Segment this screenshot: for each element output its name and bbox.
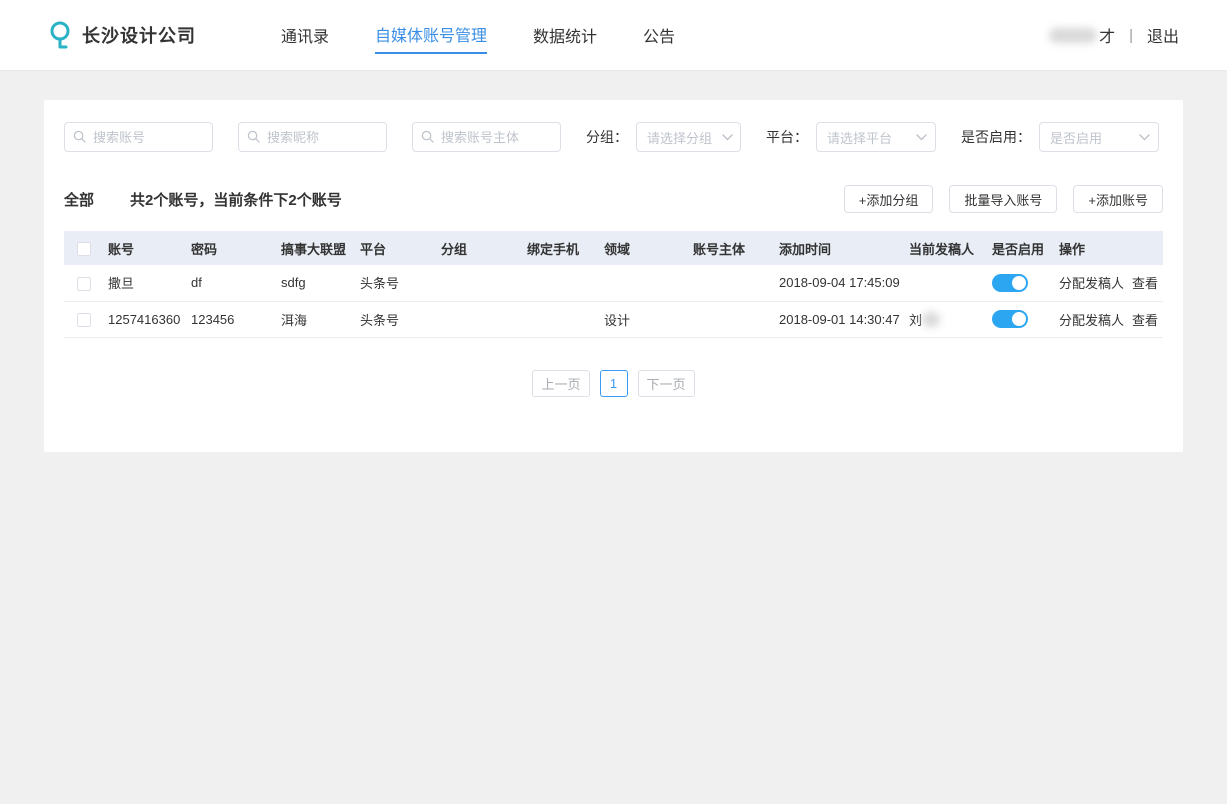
nav-item-media-account-management[interactable]: 自媒体账号管理 bbox=[375, 16, 487, 54]
filter-row: 分组： 请选择分组 平台： 请选择平台 是否启用： bbox=[64, 120, 1163, 152]
account-management-card: 分组： 请选择分组 平台： 请选择平台 是否启用： bbox=[44, 100, 1183, 452]
add-group-button[interactable]: +添加分组 bbox=[844, 185, 934, 213]
platform-select-placeholder: 请选择平台 bbox=[827, 128, 892, 147]
next-page-button[interactable]: 下一页 bbox=[638, 370, 695, 397]
search-account-input[interactable] bbox=[64, 122, 213, 152]
header-enabled: 是否启用 bbox=[988, 231, 1055, 265]
group-filter: 分组： 请选择分组 bbox=[586, 122, 741, 152]
header-phone: 绑定手机 bbox=[523, 231, 600, 265]
username-blur-overlay bbox=[1049, 28, 1097, 43]
main-nav: 通讯录 自媒体账号管理 数据统计 公告 bbox=[281, 16, 675, 54]
cell-added-time: 2018-09-01 14:30:47 bbox=[775, 301, 905, 337]
table-row: 1257416360 123456 洱海 头条号 设计 2018-09-01 1… bbox=[64, 301, 1163, 337]
pagination: 上一页 1 下一页 bbox=[64, 370, 1163, 397]
assign-publisher-link[interactable]: 分配发稿人 bbox=[1059, 276, 1124, 291]
search-account-box bbox=[64, 122, 213, 152]
cell-phone bbox=[523, 301, 600, 337]
cell-subject bbox=[689, 301, 775, 337]
header-nickname: 搞事大联盟 bbox=[277, 231, 356, 265]
search-subject-input[interactable] bbox=[412, 122, 561, 152]
table-header: 账号 密码 搞事大联盟 平台 分组 绑定手机 领域 账号主体 添加时间 当前发稿… bbox=[64, 231, 1163, 265]
user-divider: | bbox=[1129, 27, 1133, 44]
all-tab[interactable]: 全部 bbox=[64, 189, 94, 210]
cell-password: 123456 bbox=[187, 301, 277, 337]
platform-select[interactable]: 请选择平台 bbox=[816, 122, 936, 152]
top-navigation-bar: 长沙设计公司 通讯录 自媒体账号管理 数据统计 公告 才 | 退出 bbox=[0, 0, 1227, 71]
username: 才 bbox=[1049, 23, 1115, 47]
enabled-filter-label: 是否启用： bbox=[961, 127, 1031, 147]
add-account-button[interactable]: +添加账号 bbox=[1073, 185, 1163, 213]
header-group: 分组 bbox=[437, 231, 523, 265]
nav-item-announcement[interactable]: 公告 bbox=[643, 17, 675, 53]
cell-phone bbox=[523, 265, 600, 301]
logout-button[interactable]: 退出 bbox=[1147, 23, 1179, 47]
row-checkbox[interactable] bbox=[77, 313, 91, 327]
publisher-blur-overlay bbox=[922, 312, 940, 327]
cell-field bbox=[600, 265, 689, 301]
enable-toggle[interactable] bbox=[992, 274, 1028, 292]
cell-platform: 头条号 bbox=[356, 301, 437, 337]
enabled-select[interactable]: 是否启用 bbox=[1039, 122, 1159, 152]
row-checkbox[interactable] bbox=[77, 277, 91, 291]
company-logo-icon bbox=[48, 20, 72, 50]
account-count-text: 共2个账号，当前条件下2个账号 bbox=[130, 189, 342, 210]
toggle-knob bbox=[1012, 276, 1026, 290]
chevron-down-icon bbox=[1139, 134, 1150, 141]
cell-account: 1257416360 bbox=[104, 301, 187, 337]
chevron-down-icon bbox=[916, 134, 927, 141]
cell-publisher bbox=[905, 265, 988, 301]
assign-publisher-link[interactable]: 分配发稿人 bbox=[1059, 313, 1124, 328]
group-filter-label: 分组： bbox=[586, 127, 628, 147]
select-all-checkbox[interactable] bbox=[77, 242, 91, 256]
username-visible-text: 才 bbox=[1099, 23, 1115, 47]
view-link[interactable]: 查看 bbox=[1132, 313, 1158, 328]
cell-group bbox=[437, 265, 523, 301]
summary-row: 全部 共2个账号，当前条件下2个账号 +添加分组 批量导入账号 +添加账号 bbox=[64, 185, 1163, 213]
header-platform: 平台 bbox=[356, 231, 437, 265]
brand: 长沙设计公司 bbox=[48, 20, 196, 50]
search-subject-box bbox=[412, 122, 561, 152]
publisher-visible-text: 刘 bbox=[909, 310, 922, 329]
platform-filter: 平台： 请选择平台 bbox=[766, 122, 936, 152]
cell-nickname: sdfg bbox=[277, 265, 356, 301]
group-select[interactable]: 请选择分组 bbox=[636, 122, 741, 152]
search-nickname-box bbox=[238, 122, 387, 152]
header-added-time: 添加时间 bbox=[775, 231, 905, 265]
header-subject: 账号主体 bbox=[689, 231, 775, 265]
cell-added-time: 2018-09-04 17:45:09 bbox=[775, 265, 905, 301]
platform-filter-label: 平台： bbox=[766, 127, 808, 147]
cell-field: 设计 bbox=[600, 301, 689, 337]
enabled-select-placeholder: 是否启用 bbox=[1050, 128, 1102, 147]
cell-account: 撒旦 bbox=[104, 265, 187, 301]
cell-nickname: 洱海 bbox=[277, 301, 356, 337]
user-area: 才 | 退出 bbox=[1049, 23, 1179, 47]
table-row: 撒旦 df sdfg 头条号 2018-09-04 17:45:09 分配发稿人… bbox=[64, 265, 1163, 301]
batch-import-button[interactable]: 批量导入账号 bbox=[949, 185, 1057, 213]
cell-password: df bbox=[187, 265, 277, 301]
chevron-down-icon bbox=[722, 134, 733, 141]
group-select-placeholder: 请选择分组 bbox=[647, 128, 712, 147]
prev-page-button[interactable]: 上一页 bbox=[532, 370, 589, 397]
accounts-table: 账号 密码 搞事大联盟 平台 分组 绑定手机 领域 账号主体 添加时间 当前发稿… bbox=[64, 231, 1163, 338]
enabled-filter: 是否启用： 是否启用 bbox=[961, 122, 1159, 152]
search-nickname-input[interactable] bbox=[238, 122, 387, 152]
main-content: 分组： 请选择分组 平台： 请选择平台 是否启用： bbox=[0, 71, 1227, 481]
action-buttons: +添加分组 批量导入账号 +添加账号 bbox=[844, 185, 1163, 213]
cell-publisher: 刘 bbox=[905, 301, 988, 337]
view-link[interactable]: 查看 bbox=[1132, 276, 1158, 291]
cell-subject bbox=[689, 265, 775, 301]
cell-group bbox=[437, 301, 523, 337]
company-name: 长沙设计公司 bbox=[82, 22, 196, 48]
nav-item-contacts[interactable]: 通讯录 bbox=[281, 17, 329, 53]
cell-platform: 头条号 bbox=[356, 265, 437, 301]
header-field: 领域 bbox=[600, 231, 689, 265]
header-account: 账号 bbox=[104, 231, 187, 265]
header-password: 密码 bbox=[187, 231, 277, 265]
toggle-knob bbox=[1012, 312, 1026, 326]
header-operations: 操作 bbox=[1055, 231, 1163, 265]
header-publisher: 当前发稿人 bbox=[905, 231, 988, 265]
nav-item-data-statistics[interactable]: 数据统计 bbox=[533, 17, 597, 53]
enable-toggle[interactable] bbox=[992, 310, 1028, 328]
page-number-1[interactable]: 1 bbox=[600, 370, 628, 397]
